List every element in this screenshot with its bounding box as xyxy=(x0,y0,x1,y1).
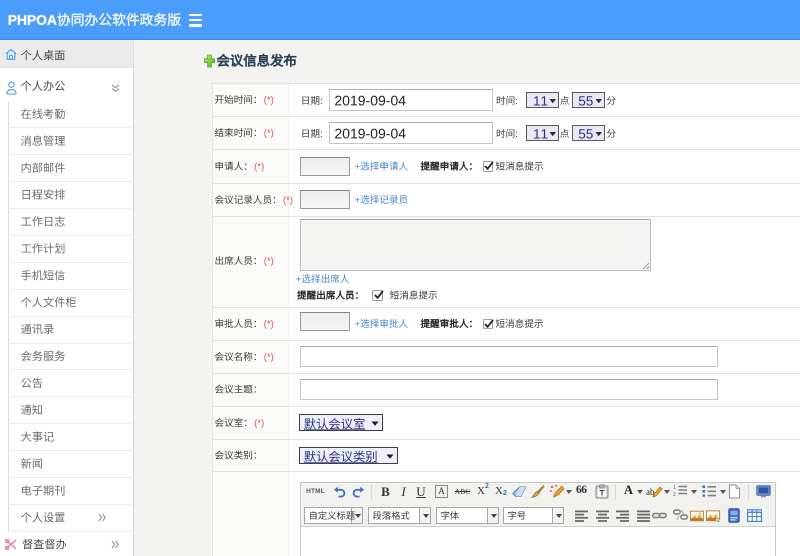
svg-text:2: 2 xyxy=(673,492,676,497)
svg-text:1: 1 xyxy=(673,485,676,491)
